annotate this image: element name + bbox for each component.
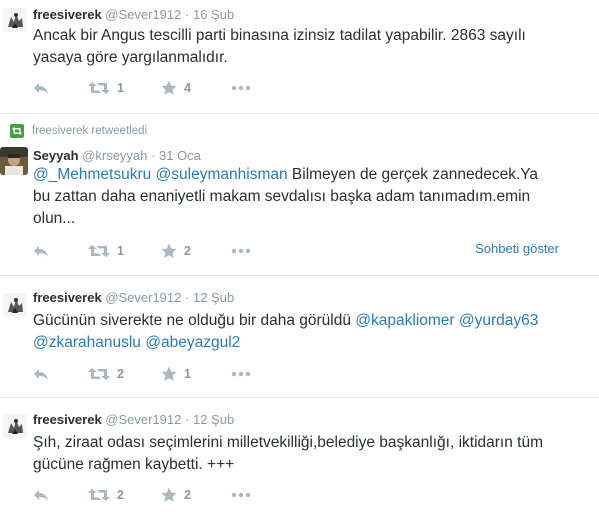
more-button[interactable] (231, 78, 251, 98)
tweet-header: Seyyah @krseyyah · 31 Oca (33, 148, 201, 164)
username[interactable]: @krseyyah (82, 148, 147, 163)
more-button[interactable] (231, 241, 251, 261)
reply-button[interactable] (33, 78, 49, 98)
username[interactable]: @Sever1912 (105, 412, 181, 427)
timestamp[interactable]: 31 Oca (159, 148, 201, 163)
favorite-button[interactable]: 2 (161, 485, 191, 505)
favorite-button[interactable]: 4 (161, 78, 191, 98)
retweet-context-text: freesiverek retweetledi (32, 125, 148, 137)
star-icon (161, 243, 177, 259)
star-icon (161, 80, 177, 96)
separator: · (185, 290, 190, 305)
retweet-count: 2 (117, 488, 124, 502)
more-icon (231, 371, 251, 377)
timestamp[interactable]: 16 Şub (193, 7, 234, 22)
reply-icon (33, 244, 49, 258)
mention-link[interactable]: @zkarahanuslu (33, 334, 141, 351)
avatar[interactable] (3, 293, 27, 317)
more-icon (231, 492, 251, 498)
retweet-button[interactable]: 1 (88, 241, 124, 261)
username[interactable]: @Sever1912 (105, 290, 181, 305)
favorite-count: 4 (184, 81, 191, 95)
retweet-count: 1 (117, 244, 124, 258)
reply-icon (33, 488, 49, 502)
tweet-text: Gücünün siverekte ne olduğu bir daha gör… (33, 310, 583, 354)
avatar[interactable] (0, 147, 28, 175)
tweet-item[interactable]: freesiverek @Sever1912 · 12 Şub Şıh, zir… (0, 398, 599, 521)
separator: · (151, 148, 156, 163)
avatar[interactable] (3, 414, 27, 438)
retweet-button[interactable]: 1 (88, 78, 124, 98)
retweet-count: 1 (117, 81, 124, 95)
reply-icon (33, 367, 49, 381)
separator: · (185, 7, 190, 22)
more-button[interactable] (231, 364, 251, 384)
avatar[interactable] (3, 8, 27, 32)
timestamp[interactable]: 12 Şub (193, 290, 234, 305)
more-icon (231, 248, 251, 254)
tweet-text: Ancak bir Angus tescilli parti binasına … (33, 27, 526, 66)
reply-button[interactable] (33, 241, 49, 261)
show-conversation-link[interactable]: Sohbeti göster (475, 241, 559, 256)
reply-button[interactable] (33, 485, 49, 505)
fullname[interactable]: Seyyah (33, 148, 79, 163)
reply-button[interactable] (33, 364, 49, 384)
tweet-header: freesiverek @Sever1912 · 12 Şub (33, 412, 234, 428)
fullname[interactable]: freesiverek (33, 290, 102, 305)
mention-link[interactable]: @kapakliomer (355, 312, 454, 329)
tweet-text-line1: Bilmeyen de gerçek zannedecek.Ya (287, 166, 539, 183)
retweet-count: 2 (117, 367, 124, 381)
fullname[interactable]: freesiverek (33, 7, 102, 22)
retweet-icon (88, 81, 110, 95)
tweet-text: @_Mehmetsukru @suleymanhisman Bilmeyen d… (33, 164, 583, 230)
retweet-icon (88, 367, 110, 381)
tweet-item[interactable]: freesiverek @Sever1912 · 16 Şub Ancak bi… (0, 0, 599, 114)
favorite-button[interactable]: 2 (161, 241, 191, 261)
retweet-button[interactable]: 2 (88, 364, 124, 384)
star-icon (161, 366, 177, 382)
tweet-header: freesiverek @Sever1912 · 16 Şub (33, 7, 234, 23)
fullname[interactable]: freesiverek (33, 412, 102, 427)
mention-link[interactable]: @yurday63 (459, 312, 539, 329)
tweet-text-rest: bu zattan daha enaniyetli makam sevdalıs… (33, 188, 531, 227)
mention-link[interactable]: @abeyazgul2 (145, 334, 240, 351)
timeline: freesiverek @Sever1912 · 16 Şub Ancak bi… (0, 0, 599, 521)
favorite-button[interactable]: 1 (161, 364, 191, 384)
username[interactable]: @Sever1912 (105, 7, 181, 22)
favorite-count: 1 (184, 367, 191, 381)
retweet-context[interactable]: freesiverek retweetledi (10, 124, 147, 138)
mention-link[interactable]: @suleymanhisman (156, 166, 288, 183)
favorite-count: 2 (184, 244, 191, 258)
retweet-icon (88, 488, 110, 502)
tweet-item[interactable]: freesiverek retweetledi Seyyah @krseyyah… (0, 114, 599, 276)
mention-link[interactable]: @_Mehmetsukru (33, 166, 151, 183)
tweet-item[interactable]: freesiverek @Sever1912 · 12 Şub Gücünün … (0, 276, 599, 398)
reply-icon (33, 81, 49, 95)
favorite-count: 2 (184, 488, 191, 502)
more-button[interactable] (231, 485, 251, 505)
tweet-text: Şıh, ziraat odası seçimlerini milletveki… (33, 434, 543, 473)
retweet-button[interactable]: 2 (88, 485, 124, 505)
tweet-header: freesiverek @Sever1912 · 12 Şub (33, 290, 234, 306)
star-icon (161, 487, 177, 503)
more-icon (231, 85, 251, 91)
timestamp[interactable]: 12 Şub (193, 412, 234, 427)
tweet-text-start: Gücünün siverekte ne olduğu bir daha gör… (33, 312, 356, 329)
retweet-badge-icon (10, 124, 24, 138)
retweet-icon (88, 244, 110, 258)
separator: · (185, 412, 190, 427)
